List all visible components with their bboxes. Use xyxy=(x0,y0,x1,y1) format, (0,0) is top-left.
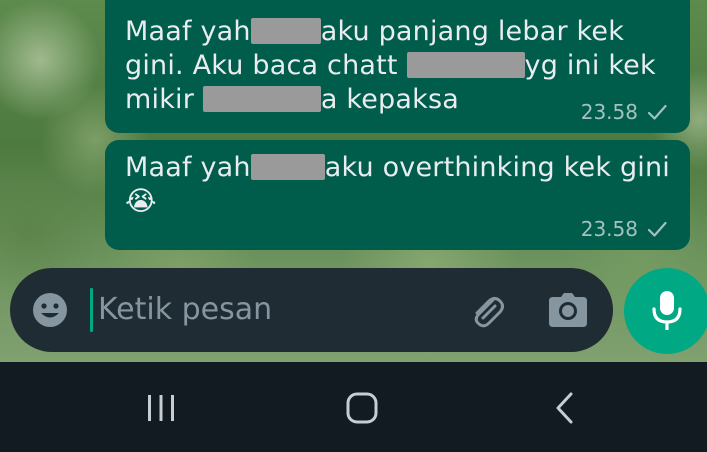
message-meta: 23.58 xyxy=(581,217,668,241)
outgoing-message-bubble[interactable]: Maaf yah aku overthinking kek gini 😭 23.5… xyxy=(105,140,690,250)
chat-screen: Maaf yah aku panjang lebar kek gini. Aku … xyxy=(0,0,707,452)
message-time: 23.58 xyxy=(580,100,638,124)
message-time: 23.58 xyxy=(580,217,638,241)
voice-record-button[interactable] xyxy=(624,268,707,354)
message-line: Maaf yah aku overthinking kek gini xyxy=(125,152,671,183)
camera-icon[interactable] xyxy=(547,290,589,330)
emoji-icon[interactable] xyxy=(30,290,70,330)
text-cursor xyxy=(90,288,93,332)
system-navigation-bar xyxy=(0,362,707,452)
single-check-icon xyxy=(647,104,667,120)
redacted-name xyxy=(250,154,325,180)
microphone-icon xyxy=(652,291,682,330)
message-meta: 23.58 xyxy=(581,100,668,124)
message-composer: Ketik pesan xyxy=(10,268,613,352)
paperclip-icon[interactable] xyxy=(465,290,507,332)
outgoing-message-bubble[interactable]: Maaf yah aku panjang lebar kek gini. Aku … xyxy=(105,0,690,133)
message-text: Maaf yah aku overthinking kek gini 😭 xyxy=(125,151,670,219)
back-button[interactable] xyxy=(534,380,594,436)
recents-icon xyxy=(148,395,174,421)
message-line: gini. Aku baca chatt yg ini kek xyxy=(125,50,656,81)
message-text: Maaf yah aku panjang lebar kek gini. Aku … xyxy=(125,15,656,117)
home-button[interactable] xyxy=(332,380,392,436)
crying-emoji: 😭 xyxy=(125,186,157,217)
message-line: Maaf yah aku panjang lebar kek xyxy=(125,16,625,47)
message-line: mikir a kepaksa xyxy=(125,84,459,115)
message-input[interactable]: Ketik pesan xyxy=(98,290,272,330)
redacted-name xyxy=(202,86,321,112)
recents-button[interactable] xyxy=(131,380,191,436)
back-icon xyxy=(556,392,573,424)
home-icon xyxy=(346,392,378,424)
single-check-icon xyxy=(647,221,667,237)
redacted-name xyxy=(406,52,525,78)
redacted-name xyxy=(250,18,321,44)
